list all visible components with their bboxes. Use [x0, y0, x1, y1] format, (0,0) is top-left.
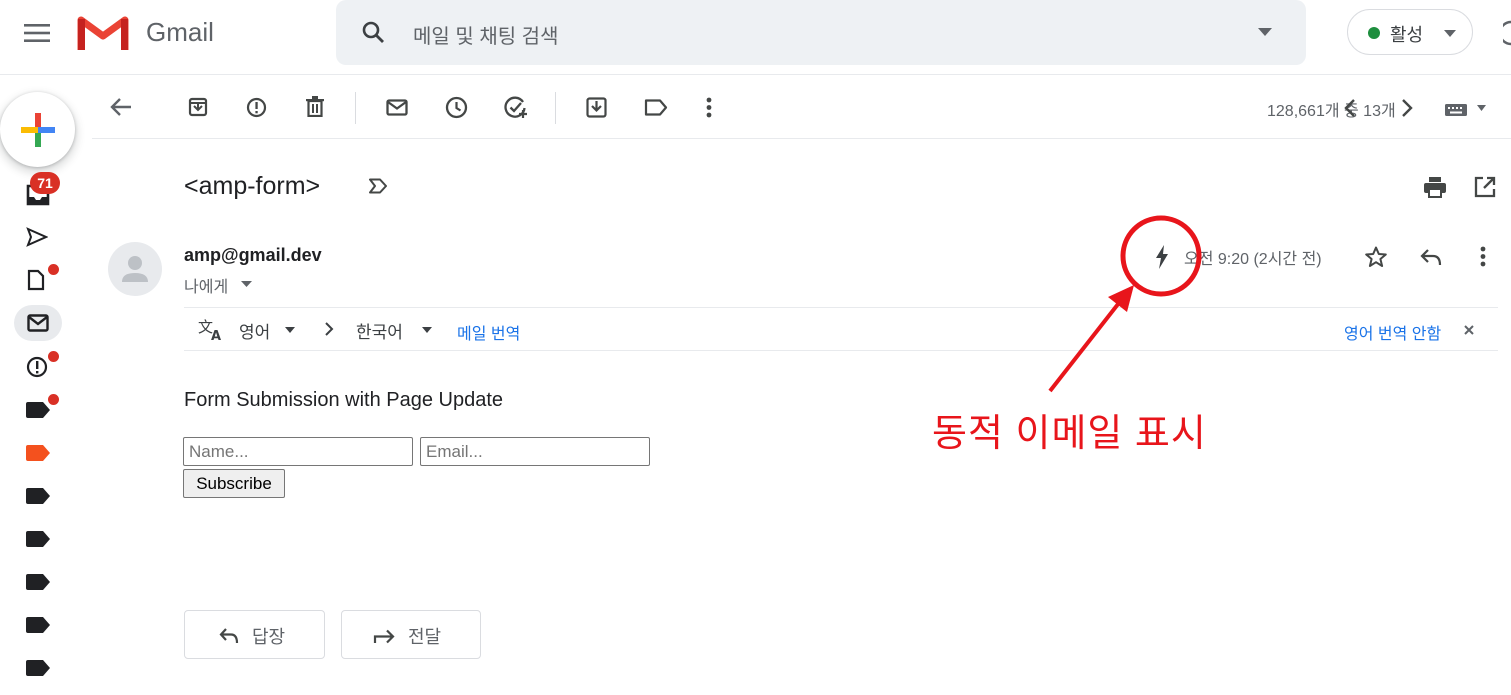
forward-icon: [373, 629, 395, 644]
label-tag-icon[interactable]: [26, 617, 50, 633]
recipient-details-dropdown-icon[interactable]: [241, 281, 252, 287]
label-tag-icon[interactable]: [26, 531, 50, 547]
forward-button[interactable]: 전달: [341, 610, 481, 659]
source-language[interactable]: 영어: [239, 318, 270, 343]
newer-chevron-icon[interactable]: [1344, 98, 1356, 118]
target-language[interactable]: 한국어: [356, 318, 403, 343]
labels-icon[interactable]: [644, 99, 668, 116]
input-tools-dropdown-icon[interactable]: [1477, 105, 1486, 111]
move-to-icon[interactable]: [586, 97, 607, 118]
source-language-dropdown-icon[interactable]: [285, 327, 295, 333]
dont-translate-link[interactable]: 영어 번역 안함: [1344, 320, 1441, 344]
reply-icon: [219, 627, 239, 644]
inbox-unread-badge: 71: [30, 172, 60, 194]
reply-arrow-icon[interactable]: [1420, 248, 1442, 266]
input-tools-keyboard-icon[interactable]: [1445, 104, 1471, 116]
message-more-icon[interactable]: [1480, 246, 1486, 267]
delete-icon[interactable]: [306, 96, 324, 117]
open-in-new-window-icon[interactable]: [1474, 176, 1496, 198]
compose-button[interactable]: [0, 92, 75, 167]
search-options-icon[interactable]: [1258, 28, 1272, 36]
top-header: Gmail 메일 및 채팅 검색 활성: [0, 0, 1511, 75]
email-body-title: Form Submission with Page Update: [184, 389, 504, 411]
annotation-arrow: [1040, 285, 1140, 395]
archive-icon[interactable]: [188, 97, 208, 117]
gmail-logo-icon[interactable]: [77, 13, 129, 51]
add-task-icon[interactable]: [504, 96, 529, 119]
received-time: 오전 9:20 (2시간 전): [1184, 251, 1322, 268]
message-toolbar: 128,661개 중 13개: [92, 78, 1511, 139]
close-translate-icon[interactable]: [1464, 325, 1474, 335]
label-tag-orange-icon[interactable]: [26, 445, 50, 461]
status-dot: [1368, 27, 1380, 39]
status-dropdown-icon: [1444, 30, 1456, 37]
reply-label: 답장: [252, 627, 286, 647]
recipient-label[interactable]: 나에게: [184, 273, 228, 297]
snooze-clock-icon[interactable]: [445, 96, 468, 119]
label-tag-icon[interactable]: [26, 574, 50, 590]
translate-icon: 文 A: [198, 317, 224, 341]
pagination-count: 128,661개 중 13개: [1267, 103, 1396, 120]
name-input[interactable]: [183, 437, 413, 466]
main-menu-icon[interactable]: [24, 24, 50, 42]
compose-plus-icon: [21, 113, 55, 147]
brand-name: Gmail: [146, 17, 214, 47]
back-arrow-icon[interactable]: [110, 97, 132, 117]
star-icon[interactable]: [1365, 246, 1387, 268]
toolbar-divider: [555, 92, 556, 124]
more-options-icon[interactable]: [706, 97, 712, 118]
report-spam-icon[interactable]: [246, 97, 267, 118]
reply-button[interactable]: 답장: [184, 610, 325, 659]
email-input[interactable]: [420, 437, 650, 466]
search-icon[interactable]: [361, 20, 385, 44]
toolbar-divider: [355, 92, 356, 124]
status-label: 활성: [1390, 25, 1424, 45]
label-tag-icon[interactable]: [26, 402, 50, 418]
sender-email[interactable]: amp@gmail.dev: [184, 245, 322, 266]
importance-marker-icon[interactable]: [368, 178, 388, 194]
translate-bar: 文 A 영어 한국어 메일 번역 영어 번역 안함: [184, 307, 1498, 351]
older-chevron-icon[interactable]: [1401, 98, 1413, 118]
all-mail-icon[interactable]: [27, 314, 49, 332]
drafts-notification-dot: [46, 262, 61, 277]
label-tag-icon[interactable]: [26, 660, 50, 676]
sent-icon[interactable]: [26, 227, 48, 247]
annotation-label: 동적 이메일 표시: [932, 413, 1207, 455]
support-icon[interactable]: [1503, 20, 1511, 46]
target-language-dropdown-icon[interactable]: [422, 327, 432, 333]
print-icon[interactable]: [1424, 176, 1446, 198]
translate-message-link[interactable]: 메일 번역: [457, 320, 520, 344]
mark-unread-icon[interactable]: [386, 99, 408, 116]
sender-avatar[interactable]: [108, 242, 162, 296]
spam-notification-dot: [46, 349, 61, 364]
status-selector[interactable]: 활성: [1347, 9, 1473, 55]
search-placeholder[interactable]: 메일 및 채팅 검색: [413, 20, 558, 49]
subscribe-button[interactable]: Subscribe: [183, 469, 285, 498]
forward-label: 전달: [408, 627, 442, 647]
spam-icon[interactable]: [26, 356, 48, 378]
translate-direction-chevron-icon: [324, 321, 334, 337]
label-notification-dot: [46, 392, 61, 407]
search-bar[interactable]: 메일 및 채팅 검색: [336, 0, 1306, 65]
drafts-icon[interactable]: [27, 269, 45, 291]
email-subject: <amp-form>: [184, 172, 321, 200]
label-tag-icon[interactable]: [26, 488, 50, 504]
svg-text:A: A: [211, 329, 221, 341]
